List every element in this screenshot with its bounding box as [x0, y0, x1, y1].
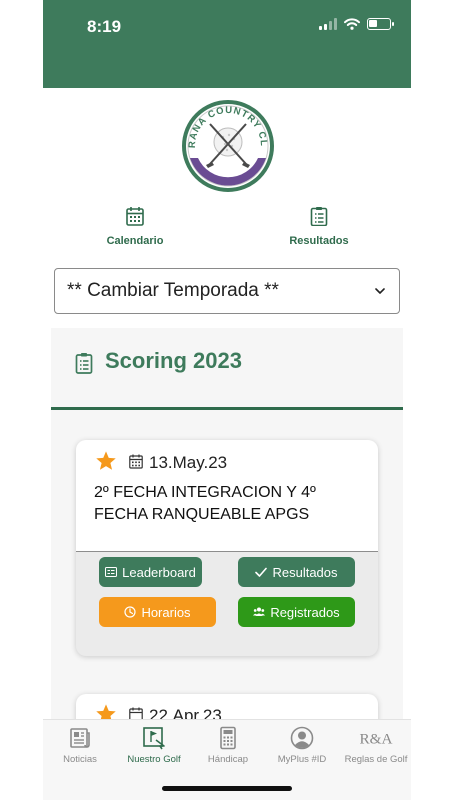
- results-button[interactable]: Resultados: [238, 557, 355, 587]
- user-circle-icon: [290, 726, 314, 750]
- calendar-link[interactable]: Calendario: [75, 206, 195, 247]
- svg-text:R&A: R&A: [360, 731, 393, 748]
- status-icons: [319, 18, 394, 30]
- season-select[interactable]: ** Cambiar Temporada **: [54, 268, 400, 314]
- calculator-icon: [220, 726, 236, 750]
- tab-reglas-de-golf[interactable]: R&A Reglas de Golf: [339, 726, 411, 765]
- season-select-value: ** Cambiar Temporada **: [67, 280, 279, 301]
- scoring-title: Scoring 2023: [105, 348, 242, 373]
- clock-icon: [124, 606, 137, 618]
- newspaper-icon: [70, 728, 90, 748]
- results-link[interactable]: Resultados: [259, 206, 379, 247]
- event-card: 13.May.23 2º FECHA INTEGRACION Y 4º FECH…: [76, 440, 378, 656]
- battery-icon: [367, 18, 394, 30]
- event-card-header: 13.May.23 2º FECHA INTEGRACION Y 4º FECH…: [76, 440, 378, 552]
- tab-nuestro-golf-label: Nuestro Golf: [127, 754, 181, 765]
- chevron-down-icon: [375, 288, 385, 294]
- event-title: 2º FECHA INTEGRACION Y 4º FECHA RANQUEAB…: [94, 484, 316, 523]
- golf-flag-icon: [143, 727, 165, 750]
- tab-reglas-de-golf-label: Reglas de Golf: [344, 754, 408, 765]
- status-bar: 8:19: [43, 0, 411, 88]
- club-logo: PARANA COUNTRY CLUB GOLF: [182, 100, 274, 192]
- tab-handicap-label: Hándicap: [207, 754, 249, 765]
- calendar-icon: [129, 454, 143, 469]
- results-label: Resultados: [289, 235, 349, 247]
- checkmark-icon: [255, 567, 268, 577]
- list-icon: [105, 567, 118, 577]
- tab-noticias[interactable]: Noticias: [43, 726, 117, 765]
- star-icon[interactable]: [95, 450, 117, 472]
- calendar-icon: [126, 207, 144, 226]
- calendar-label: Calendario: [106, 235, 164, 247]
- tab-myplus-id-label: MyPlus #ID: [277, 754, 327, 765]
- leaderboard-button[interactable]: Leaderboard: [99, 557, 202, 587]
- home-indicator: [162, 786, 292, 791]
- wifi-icon: [344, 18, 360, 30]
- registered-button[interactable]: Registrados: [238, 597, 355, 627]
- tee-times-button[interactable]: Horarios: [99, 597, 216, 627]
- tab-noticias-label: Noticias: [63, 754, 97, 765]
- tab-handicap[interactable]: Hándicap: [191, 726, 265, 765]
- status-time: 8:19: [87, 17, 122, 36]
- users-icon: [253, 607, 266, 616]
- app-screen: 8:19 PARANA COUNTRY CLUB GOLF: [43, 0, 411, 800]
- scoring-header: Scoring 2023: [51, 328, 403, 410]
- leaderboard-button-label: Leaderboard: [122, 564, 196, 580]
- results-button-label: Resultados: [272, 564, 338, 580]
- randa-logo-icon: R&A: [360, 731, 393, 748]
- clipboard-list-icon: [310, 207, 328, 226]
- event-date: 13.May.23: [149, 453, 228, 472]
- registered-button-label: Registrados: [270, 604, 340, 620]
- tab-myplus-id[interactable]: MyPlus #ID: [265, 726, 339, 765]
- cellular-signal-icon: [319, 18, 337, 30]
- tee-times-button-label: Horarios: [141, 604, 191, 620]
- clipboard-list-icon: [75, 353, 93, 374]
- tab-nuestro-golf[interactable]: Nuestro Golf: [117, 726, 191, 765]
